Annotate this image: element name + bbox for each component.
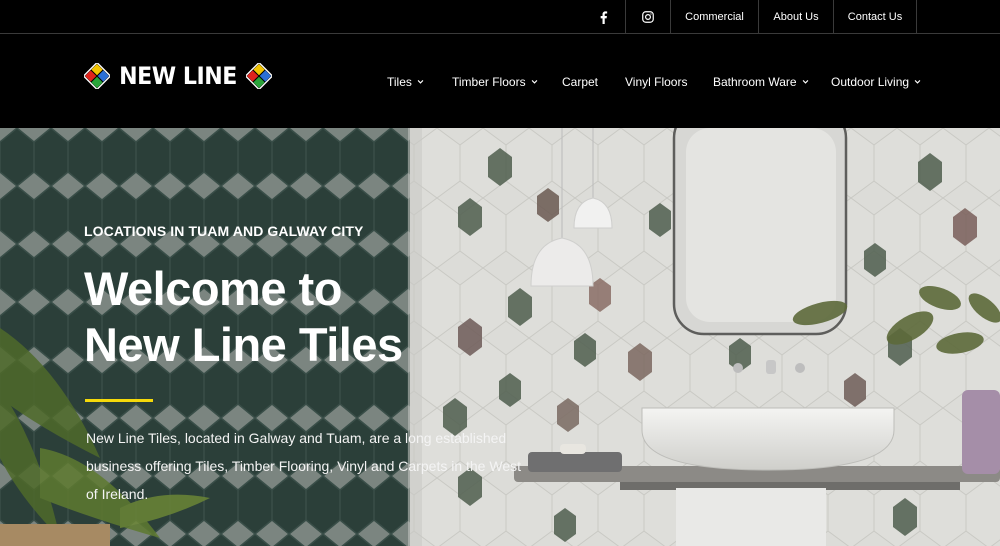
hero-title-line-1: Welcome to [84, 262, 342, 315]
nav-label: Tiles [387, 74, 412, 89]
topbar-link-about-us[interactable]: About Us [758, 0, 833, 34]
top-utility-bar: Commercial About Us Contact Us [0, 0, 1000, 34]
nav-item-tiles[interactable]: Tiles [387, 35, 424, 128]
chevron-down-icon [531, 80, 537, 84]
diamond-logo-icon [246, 63, 273, 89]
hero-title: Welcome to New Line Tiles [84, 261, 403, 373]
logo-text: NEW LINE [119, 62, 237, 90]
facebook-icon [600, 10, 607, 24]
nav-item-carpet[interactable]: Carpet [562, 35, 598, 128]
nav-label: Timber Floors [452, 74, 526, 89]
facebook-link[interactable] [581, 0, 625, 34]
chevron-down-icon [802, 80, 808, 84]
nav-label: Bathroom Ware [713, 74, 797, 89]
hero-description: New Line Tiles, located in Galway and Tu… [86, 430, 521, 502]
nav-item-bathroom-ware[interactable]: Bathroom Ware [713, 35, 809, 128]
topbar-link-contact-us[interactable]: Contact Us [833, 0, 917, 34]
nav-label: Carpet [562, 74, 599, 89]
site-logo[interactable]: NEW LINE [84, 61, 273, 91]
chevron-down-icon [417, 80, 424, 84]
nav-label: Vinyl Floors [625, 74, 688, 89]
topbar-link-commercial[interactable]: Commercial [670, 0, 758, 34]
instagram-link[interactable] [625, 0, 670, 34]
hero-title-line-2: New Line Tiles [84, 318, 403, 371]
nav-item-timber-floors[interactable]: Timber Floors [452, 35, 538, 128]
main-header: NEW LINE Tiles Timber Floors Carpet Viny… [0, 35, 1000, 128]
nav-item-vinyl-floors[interactable]: Vinyl Floors [625, 35, 687, 128]
hero-section: LOCATIONS IN TUAM AND GALWAY CITY Welcom… [0, 128, 1000, 546]
nav-label: Outdoor Living [831, 74, 910, 89]
hero-eyebrow: LOCATIONS IN TUAM AND GALWAY CITY [84, 223, 364, 239]
chevron-down-icon [914, 80, 921, 84]
accent-divider [85, 399, 153, 402]
nav-item-outdoor-living[interactable]: Outdoor Living [831, 35, 921, 128]
diamond-logo-icon [84, 63, 110, 89]
instagram-icon [642, 11, 654, 23]
